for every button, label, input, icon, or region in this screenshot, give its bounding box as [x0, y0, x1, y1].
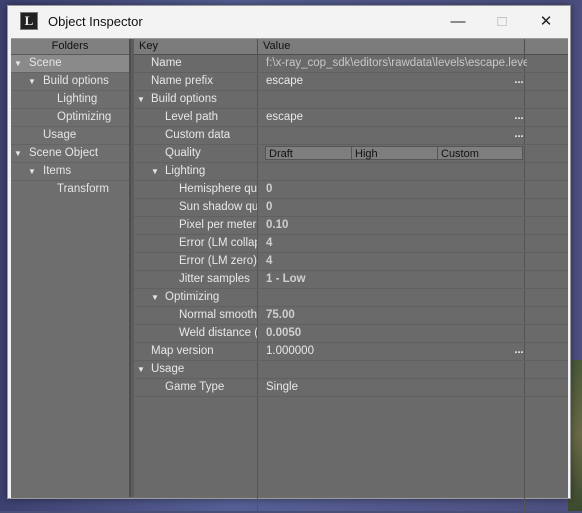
prop-value[interactable]: escape: [264, 109, 527, 126]
folders-header: Folders: [11, 39, 129, 55]
properties-header: Key Value: [134, 39, 568, 55]
prop-row-custom-data[interactable]: Custom data ...: [134, 127, 568, 145]
folder-item-transform[interactable]: Transform: [11, 181, 129, 198]
folder-label: Lighting: [57, 93, 98, 105]
collapse-arrow-icon[interactable]: ▼: [28, 73, 36, 90]
prop-row-quality[interactable]: Quality Draft High Custom: [134, 145, 568, 163]
title-bar[interactable]: L Object Inspector — □ ✕: [8, 6, 570, 38]
minimize-button[interactable]: —: [436, 8, 480, 36]
prop-key: Optimizing: [165, 291, 220, 303]
prop-row-error-lm-zero[interactable]: Error (LM zero) 4: [134, 253, 568, 271]
prop-value[interactable]: 0: [264, 199, 527, 216]
quality-option-draft[interactable]: Draft: [265, 146, 352, 160]
folders-tree: Folders ▼ Scene ▼ Build options Lighting…: [11, 39, 131, 497]
prop-row-name[interactable]: Name f:\x-ray_cop_sdk\editors\rawdata\le…: [134, 55, 568, 73]
prop-value[interactable]: 0.0050: [264, 325, 527, 342]
folder-label: Scene: [29, 57, 62, 69]
prop-row-pixel-per-meter[interactable]: Pixel per meter 0.10: [134, 217, 568, 235]
prop-value[interactable]: 0.10: [264, 217, 527, 234]
prop-row-usage[interactable]: ▼ Usage: [134, 361, 568, 379]
folder-item-items[interactable]: ▼ Items: [11, 163, 129, 181]
close-button[interactable]: ✕: [524, 8, 568, 36]
prop-row-normal-smooth-angle[interactable]: Normal smooth a 75.00: [134, 307, 568, 325]
prop-row-lighting[interactable]: ▼ Lighting: [134, 163, 568, 181]
prop-row-name-prefix[interactable]: Name prefix escape ...: [134, 73, 568, 91]
folder-item-optimizing[interactable]: Optimizing: [11, 109, 129, 127]
folder-label: Transform: [57, 183, 109, 195]
prop-value[interactable]: Single: [264, 379, 527, 396]
prop-key: Sun shadow qua: [179, 201, 257, 213]
prop-value[interactable]: escape: [264, 73, 527, 90]
prop-value[interactable]: 4: [264, 253, 527, 270]
collapse-arrow-icon[interactable]: ▼: [28, 163, 36, 180]
folder-label: Scene Object: [29, 147, 99, 159]
collapse-arrow-icon[interactable]: ▼: [151, 289, 159, 306]
collapse-arrow-icon[interactable]: ▼: [151, 163, 159, 180]
key-column-header[interactable]: Key: [134, 39, 258, 54]
ellipsis-button[interactable]: ...: [512, 343, 526, 360]
prop-row-build-options[interactable]: ▼ Build options: [134, 91, 568, 109]
quality-option-high[interactable]: High: [351, 146, 438, 160]
prop-key: Error (LM collaps: [179, 237, 257, 249]
prop-value: f:\x-ray_cop_sdk\editors\rawdata\levels\…: [266, 57, 527, 69]
app-icon: L: [20, 12, 38, 30]
prop-key: Level path: [165, 111, 219, 123]
folder-item-scene-object[interactable]: ▼ Scene Object: [11, 145, 129, 163]
folder-label: Build options: [43, 75, 109, 87]
prop-key: Name: [151, 57, 182, 69]
prop-value[interactable]: 4: [264, 235, 527, 252]
prop-key: Normal smooth a: [179, 309, 257, 321]
collapse-arrow-icon[interactable]: ▼: [137, 361, 145, 378]
ellipsis-button[interactable]: ...: [512, 73, 526, 90]
prop-key: Lighting: [165, 165, 206, 177]
collapse-arrow-icon[interactable]: ▼: [137, 91, 145, 108]
folder-item-lighting[interactable]: Lighting: [11, 91, 129, 109]
prop-row-game-type[interactable]: Game Type Single: [134, 379, 568, 397]
prop-row-optimizing[interactable]: ▼ Optimizing: [134, 289, 568, 307]
ellipsis-button[interactable]: ...: [512, 109, 526, 126]
prop-row-hemisphere-quality[interactable]: Hemisphere qua 0: [134, 181, 568, 199]
prop-key: Error (LM zero): [179, 255, 257, 267]
prop-row-weld-distance[interactable]: Weld distance (r 0.0050: [134, 325, 568, 343]
prop-key: Map version: [151, 345, 214, 357]
folder-label: Optimizing: [57, 111, 112, 123]
prop-key: Hemisphere qua: [179, 183, 257, 195]
collapse-arrow-icon[interactable]: ▼: [14, 55, 22, 72]
inspector-client: Folders ▼ Scene ▼ Build options Lighting…: [11, 38, 568, 513]
prop-value[interactable]: 1.000000: [264, 343, 527, 360]
prop-key: Quality: [165, 147, 201, 159]
properties-grid: Key Value Name f:\x-ray_cop_sdk\editors\…: [134, 39, 568, 513]
prop-key: Build options: [151, 93, 217, 105]
prop-row-level-path[interactable]: Level path escape ...: [134, 109, 568, 127]
prop-key: Weld distance (r: [179, 327, 257, 339]
window-title: Object Inspector: [48, 14, 143, 29]
object-inspector-window: L Object Inspector — □ ✕ Folders ▼ Scene…: [7, 5, 571, 513]
prop-row-jitter-samples[interactable]: Jitter samples 1 - Low: [134, 271, 568, 289]
quality-option-custom[interactable]: Custom: [437, 146, 523, 160]
prop-key: Name prefix: [151, 75, 213, 87]
prop-key: Jitter samples: [179, 273, 250, 285]
ellipsis-button[interactable]: ...: [512, 127, 526, 144]
prop-value[interactable]: 1 - Low: [264, 271, 527, 288]
prop-value[interactable]: 0: [264, 181, 527, 198]
prop-row-map-version[interactable]: Map version 1.000000 ...: [134, 343, 568, 361]
prop-key: Usage: [151, 363, 185, 375]
folder-item-usage[interactable]: Usage: [11, 127, 129, 145]
maximize-button[interactable]: □: [480, 8, 524, 36]
extra-column-header: [525, 39, 568, 54]
collapse-arrow-icon[interactable]: ▼: [14, 145, 22, 162]
prop-key: Pixel per meter: [179, 219, 257, 231]
folder-item-build-options[interactable]: ▼ Build options: [11, 73, 129, 91]
prop-key: Custom data: [165, 129, 231, 141]
prop-key: Game Type: [165, 381, 225, 393]
prop-row-sun-shadow-quality[interactable]: Sun shadow qua 0: [134, 199, 568, 217]
folder-item-scene[interactable]: ▼ Scene: [11, 55, 129, 73]
folder-label: Items: [43, 165, 72, 177]
folder-label: Usage: [43, 129, 77, 141]
prop-value[interactable]: 75.00: [264, 307, 527, 324]
value-column-header[interactable]: Value: [258, 39, 525, 54]
prop-row-error-lm-collapse[interactable]: Error (LM collaps 4: [134, 235, 568, 253]
